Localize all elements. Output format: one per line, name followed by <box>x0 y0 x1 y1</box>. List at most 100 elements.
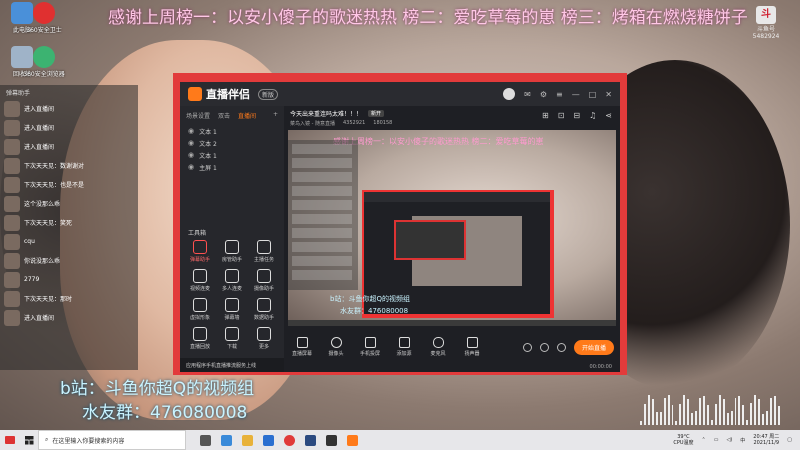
main-panel: 今天出来重连吗太难！！！ 新开 菜鸟入镜 - 随意直播 4352921 1801… <box>284 106 620 372</box>
scene-item[interactable]: ◉ 文本 2 <box>180 137 284 149</box>
mic-button[interactable]: 麦克风 <box>426 337 450 357</box>
tool-download[interactable]: 下载 <box>216 327 248 350</box>
tool-video-link[interactable]: 视频连麦 <box>184 269 216 292</box>
tool-replay[interactable]: 直播回放 <box>184 327 216 350</box>
stream-preview[interactable]: 感谢上周榜一：以安小傻子的歌迷热热 榜二：爱吃草莓的崽 b站：斗鱼你超Q的视频组… <box>288 130 616 326</box>
avatar <box>4 233 20 250</box>
desktop-icon-browser[interactable]: 360安全浏览器 <box>23 46 65 78</box>
scene-item[interactable]: ◉ 文本 1 <box>180 125 284 137</box>
share-icon[interactable]: ⋖ <box>605 111 612 120</box>
version-badge: 新版 <box>258 88 279 100</box>
tab-room[interactable]: 直播间 <box>238 111 256 120</box>
speaker-button[interactable]: 扬声器 <box>460 337 484 357</box>
visualizer-bar <box>730 411 733 425</box>
pinned-task[interactable] <box>0 430 20 450</box>
minimize-icon[interactable]: — <box>572 90 580 99</box>
scene-item[interactable]: ◉ 主屏 1 <box>180 161 284 173</box>
cpu-temp[interactable]: 39°C CPU温度 <box>673 434 693 446</box>
user-avatar[interactable] <box>503 88 516 100</box>
netease-music-icon[interactable] <box>284 434 295 446</box>
notification-icon[interactable]: ▢ <box>787 437 792 443</box>
visualizer-bar <box>691 412 694 425</box>
desktop-icon-360[interactable]: 360安全卫士 <box>24 2 64 34</box>
add-scene-icon[interactable]: + <box>273 111 278 120</box>
eye-icon[interactable]: ◉ <box>188 139 194 147</box>
add-source-button[interactable]: 添加源 <box>392 337 416 357</box>
control-bar: 直播屏幕 摄像头 手机投屏 添加源 麦克风 扬声器 开始直播 <box>284 332 620 362</box>
gear-icon[interactable] <box>556 342 566 352</box>
tool-avatar[interactable]: 虚拟形象 <box>184 298 216 321</box>
start-button[interactable] <box>20 430 38 450</box>
folder-icon[interactable] <box>242 434 253 446</box>
eye-icon[interactable]: ◉ <box>188 127 194 135</box>
bag-icon[interactable]: ⊟ <box>573 111 580 120</box>
tool-more[interactable]: 更多 <box>248 327 280 350</box>
gift-icon[interactable]: ⊞ <box>542 111 549 120</box>
maximize-icon[interactable]: □ <box>589 90 597 99</box>
eye-icon[interactable]: ◉ <box>188 163 194 171</box>
visualizer-bar <box>718 395 721 425</box>
visualizer-bar <box>647 395 650 425</box>
live-companion-icon[interactable] <box>347 434 358 446</box>
camera-button[interactable]: 摄像头 <box>324 337 348 357</box>
eye-settings-icon[interactable] <box>539 342 549 352</box>
screen-button[interactable]: 直播屏幕 <box>290 337 314 357</box>
chat-message: 下次天天见：笑死 <box>0 213 138 232</box>
volume-icon[interactable]: ◁) <box>726 437 732 443</box>
visualizer-bar <box>777 405 780 425</box>
tool-wall[interactable]: 弹幕墙 <box>216 298 248 321</box>
mail-icon[interactable]: ✉ <box>524 90 531 99</box>
tool-camera-assist[interactable]: 摄像助手 <box>248 269 280 292</box>
live-companion-window[interactable]: 直播伴侣 新版 ✉ ⚙ ≡ — □ ✕ 场景设置 双击 直播间 + ◉ 文本 1 … <box>180 82 620 372</box>
scene-item[interactable]: ◉ 文本 1 <box>180 149 284 161</box>
admin-icon <box>225 240 239 254</box>
taskbar: ⌕ 在这里输入你要搜索的内容 39°C CPU温度 ⌃ ▭ ◁) 中 20:47 … <box>0 430 800 450</box>
avatar <box>4 252 20 269</box>
tool-admin[interactable]: 房管助手 <box>216 240 248 263</box>
scene-tabs: 场景设置 双击 直播间 + <box>180 106 284 125</box>
audio-visualizer <box>640 385 780 425</box>
chevron-up-icon[interactable]: ⌃ <box>702 437 706 443</box>
tool-multi-link[interactable]: 多人连麦 <box>216 269 248 292</box>
start-live-button[interactable]: 开始直播 <box>573 339 614 355</box>
phone-cast-button[interactable]: 手机投屏 <box>358 337 382 357</box>
record-icon[interactable] <box>522 342 532 352</box>
visualizer-bar <box>710 420 713 425</box>
search-placeholder: 在这里输入你要搜索的内容 <box>52 437 125 445</box>
eye-icon[interactable]: ◉ <box>188 151 194 159</box>
task-view-icon[interactable] <box>200 434 211 446</box>
lock-icon[interactable]: ⊡ <box>558 111 565 120</box>
edge-icon[interactable] <box>221 434 232 446</box>
close-icon[interactable]: ✕ <box>605 90 612 99</box>
bell-icon[interactable]: ♫ <box>589 111 596 120</box>
chat-header: 弹幕助手 <box>6 89 31 97</box>
room-title[interactable]: 今天出来重连吗太难！！！ <box>290 109 362 118</box>
visualizer-bar <box>695 411 698 425</box>
chat-message: 这个没那么乖 <box>0 194 138 213</box>
promo-bar[interactable]: 应用程序手机直播推流服务上线 <box>180 358 284 372</box>
steam-icon[interactable] <box>305 434 316 446</box>
titlebar[interactable]: 直播伴侣 新版 ✉ ⚙ ≡ — □ ✕ <box>180 82 620 106</box>
menu-icon[interactable]: ≡ <box>556 90 563 99</box>
tab-double[interactable]: 双击 <box>218 111 230 120</box>
obs-icon[interactable] <box>326 434 337 446</box>
tool-task[interactable]: 主播任务 <box>248 240 280 263</box>
chat-message: 下次天天见：数谢谢对 <box>0 156 138 175</box>
douyu-logo-icon: 斗 <box>756 6 776 24</box>
system-tray: 39°C CPU温度 ⌃ ▭ ◁) 中 20:47 周二 2021/11/9 ▢ <box>673 434 800 446</box>
tab-scene-settings[interactable]: 场景设置 <box>186 111 210 120</box>
search-icon: ⌕ <box>45 436 49 443</box>
ime-icon[interactable]: 中 <box>740 437 745 444</box>
clock[interactable]: 20:47 周二 2021/11/9 <box>753 434 779 446</box>
store-icon[interactable] <box>263 434 274 446</box>
search-box[interactable]: ⌕ 在这里输入你要搜索的内容 <box>38 430 186 450</box>
tool-data[interactable]: 数据助手 <box>248 298 280 321</box>
room-tag[interactable]: 新开 <box>368 110 385 117</box>
wall-icon <box>225 298 239 312</box>
camera-assist-icon <box>257 269 271 283</box>
chat-message: 进入直播间 <box>0 118 138 137</box>
tool-danmu[interactable]: 弹幕助手 <box>184 240 216 263</box>
visualizer-bar <box>655 412 658 425</box>
settings-icon[interactable]: ⚙ <box>540 90 547 99</box>
network-icon[interactable]: ▭ <box>714 437 719 443</box>
